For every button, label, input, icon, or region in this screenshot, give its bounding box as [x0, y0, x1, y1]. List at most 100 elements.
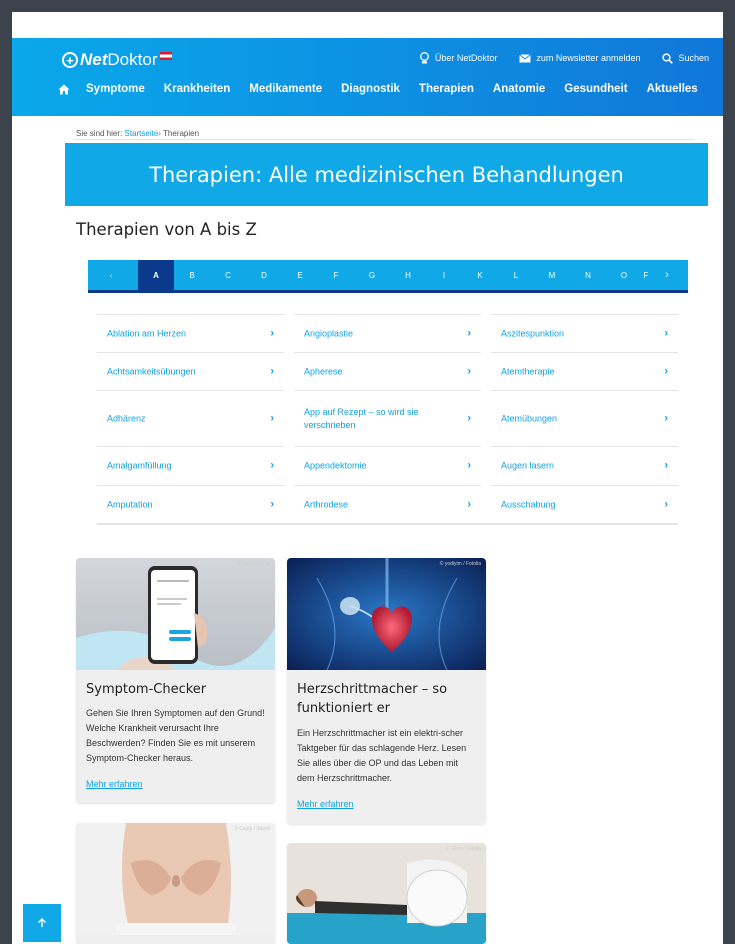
- page-title: Therapien: Alle medizinischen Behandlung…: [149, 162, 624, 187]
- card-title[interactable]: Symptom-Checker: [86, 680, 206, 699]
- alphabet-letter-g[interactable]: G: [354, 260, 390, 290]
- list-item[interactable]: Amputation ›: [97, 485, 284, 523]
- newsletter-link[interactable]: zum Newsletter anmelden: [519, 53, 640, 63]
- alphabet-letter-c[interactable]: C: [210, 260, 246, 290]
- list-item[interactable]: Ausschabung ›: [491, 485, 678, 523]
- alphabet-bar: ‹ A B C D E F G H I K L M N O F ›: [88, 260, 688, 293]
- therapy-link[interactable]: Angioplastie: [304, 327, 454, 340]
- card-more-link[interactable]: Mehr erfahren: [86, 779, 143, 789]
- nav-item-medikamente[interactable]: Medikamente: [249, 83, 322, 95]
- chevron-right-icon: ›: [664, 365, 668, 377]
- therapy-link[interactable]: Augen lasern: [501, 460, 651, 473]
- chevron-right-icon: ›: [270, 412, 274, 424]
- chevron-right-icon: ›: [467, 365, 471, 377]
- back-to-top-button[interactable]: [23, 904, 61, 942]
- therapy-link[interactable]: Ablation am Herzen: [107, 327, 257, 340]
- alphabet-letter-l[interactable]: L: [498, 260, 534, 290]
- page-title-banner: Therapien: Alle medizinischen Behandlung…: [65, 143, 708, 206]
- chevron-right-icon: ›: [664, 459, 668, 472]
- nav-item-symptome[interactable]: Symptome: [86, 83, 145, 95]
- alphabet-letter-d[interactable]: D: [246, 260, 282, 290]
- alphabet-letter-i[interactable]: I: [426, 260, 462, 290]
- therapy-link[interactable]: Achtsamkeitsübungen: [107, 365, 257, 378]
- card-text: Ein Herzschrittmacher ist ein elektri-sc…: [297, 728, 467, 783]
- breadcrumb-current: Therapien: [163, 129, 200, 138]
- list-item[interactable]: Augen lasern ›: [491, 446, 678, 485]
- alphabet-letter-m[interactable]: M: [534, 260, 570, 290]
- image-copyright: © yodiyim / Fotolia: [439, 561, 481, 567]
- chevron-right-icon: ›: [270, 459, 274, 472]
- card-image-phone: © NetDoktor.at: [76, 558, 275, 670]
- alphabet-letter-f[interactable]: F: [318, 260, 354, 290]
- list-item[interactable]: Angioplastie ›: [294, 314, 481, 352]
- chevron-right-icon: ›: [270, 365, 274, 377]
- chevron-right-icon: ›: [664, 327, 668, 339]
- nav-item-krankheiten[interactable]: Krankheiten: [164, 83, 230, 95]
- therapy-link[interactable]: Arthrodese: [304, 498, 454, 511]
- search-link[interactable]: Suchen: [662, 52, 709, 64]
- list-item[interactable]: Adhärenz ›: [97, 390, 284, 446]
- list-divider: [97, 523, 678, 525]
- therapy-link[interactable]: Adhärenz: [107, 412, 257, 425]
- card-treatment[interactable]: © Elon / Fotolia: [287, 843, 486, 944]
- list-item[interactable]: Amalgamfüllung ›: [97, 446, 284, 485]
- alphabet-letter-a[interactable]: A: [138, 260, 174, 290]
- therapy-link[interactable]: Appendektomie: [304, 460, 454, 473]
- breadcrumb-prefix: Sie sind hier:: [76, 129, 123, 138]
- site-header: + Net Doktor Über NetDoktor zum Newslett…: [12, 38, 723, 116]
- breadcrumb-separator: ›: [158, 129, 161, 138]
- alphabet-letter-k[interactable]: K: [462, 260, 498, 290]
- nav-item-diagnostik[interactable]: Diagnostik: [341, 83, 400, 95]
- austria-flag-icon: [160, 51, 173, 60]
- card-symptom-checker[interactable]: © NetDoktor.at Symptom-Checker Gehen Sie…: [76, 558, 275, 803]
- about-link[interactable]: Über NetDoktor: [419, 52, 497, 64]
- therapy-link[interactable]: Atemtherapie: [501, 365, 651, 378]
- breadcrumb-home-link[interactable]: Startseite: [124, 129, 158, 138]
- nav-item-anatomie[interactable]: Anatomie: [493, 83, 545, 95]
- therapy-link[interactable]: Apherese: [304, 365, 454, 378]
- alphabet-letter-h[interactable]: H: [390, 260, 426, 290]
- list-item[interactable]: Apherese ›: [294, 352, 481, 390]
- therapy-link[interactable]: App auf Rezept – so wird sie verschriebe…: [304, 406, 444, 432]
- list-item[interactable]: Aszitespunktion ›: [491, 314, 678, 352]
- logo-net: Net: [80, 50, 108, 69]
- chevron-right-icon: ›: [467, 498, 471, 510]
- nav-item-gesundheit[interactable]: Gesundheit: [564, 83, 627, 95]
- image-copyright: © NetDoktor.at: [237, 561, 270, 567]
- envelope-icon: [519, 53, 532, 62]
- list-item[interactable]: App auf Rezept – so wird sie verschriebe…: [294, 390, 481, 446]
- card-more-link[interactable]: Mehr erfahren: [297, 799, 354, 809]
- alphabet-letter-n[interactable]: N: [570, 260, 606, 290]
- card-text: Gehen Sie Ihren Symptomen auf den Grund!…: [86, 708, 265, 763]
- arrow-up-icon: [38, 918, 46, 927]
- alphabet-prev-button[interactable]: ‹: [100, 260, 122, 290]
- alphabet-letter-b[interactable]: B: [174, 260, 210, 290]
- list-item[interactable]: Ablation am Herzen ›: [97, 314, 284, 352]
- therapy-link[interactable]: Aszitespunktion: [501, 327, 651, 340]
- therapy-link[interactable]: Ausschabung: [501, 498, 651, 511]
- section-title: Therapien von A bis Z: [76, 220, 257, 239]
- list-item[interactable]: Achtsamkeitsübungen ›: [97, 352, 284, 390]
- card-herzschrittmacher[interactable]: © yodiyim / Fotolia Herzschrittmacher – …: [287, 558, 486, 824]
- nav-item-aktuelles[interactable]: Aktuelles: [647, 83, 698, 95]
- alphabet-letter-f-partial[interactable]: F: [636, 260, 656, 290]
- top-links: Über NetDoktor zum Newsletter anmelden S…: [397, 52, 709, 64]
- alphabet-letter-e[interactable]: E: [282, 260, 318, 290]
- list-item[interactable]: Appendektomie ›: [294, 446, 481, 485]
- card-image-treatment: © Elon / Fotolia: [287, 843, 486, 944]
- list-item[interactable]: Atemtherapie ›: [491, 352, 678, 390]
- chevron-right-icon: ›: [467, 459, 471, 472]
- therapy-link[interactable]: Amalgamfüllung: [107, 460, 257, 473]
- list-item[interactable]: Atemübungen ›: [491, 390, 678, 446]
- page: + Net Doktor Über NetDoktor zum Newslett…: [12, 12, 723, 944]
- alphabet-next-button[interactable]: ›: [656, 260, 678, 290]
- list-item[interactable]: Arthrodese ›: [294, 485, 481, 523]
- home-icon[interactable]: [58, 84, 70, 95]
- card-abdomen[interactable]: © Cagla / iStock: [76, 823, 275, 944]
- nav-item-therapien[interactable]: Therapien: [419, 83, 474, 95]
- therapy-link[interactable]: Amputation: [107, 498, 257, 511]
- therapy-link[interactable]: Atemübungen: [501, 412, 651, 425]
- card-title[interactable]: Herzschrittmacher – so funktioniert er: [297, 680, 477, 718]
- main-nav: Symptome Krankheiten Medikamente Diagnos…: [58, 83, 698, 95]
- netdoktor-logo[interactable]: + Net Doktor: [62, 50, 173, 70]
